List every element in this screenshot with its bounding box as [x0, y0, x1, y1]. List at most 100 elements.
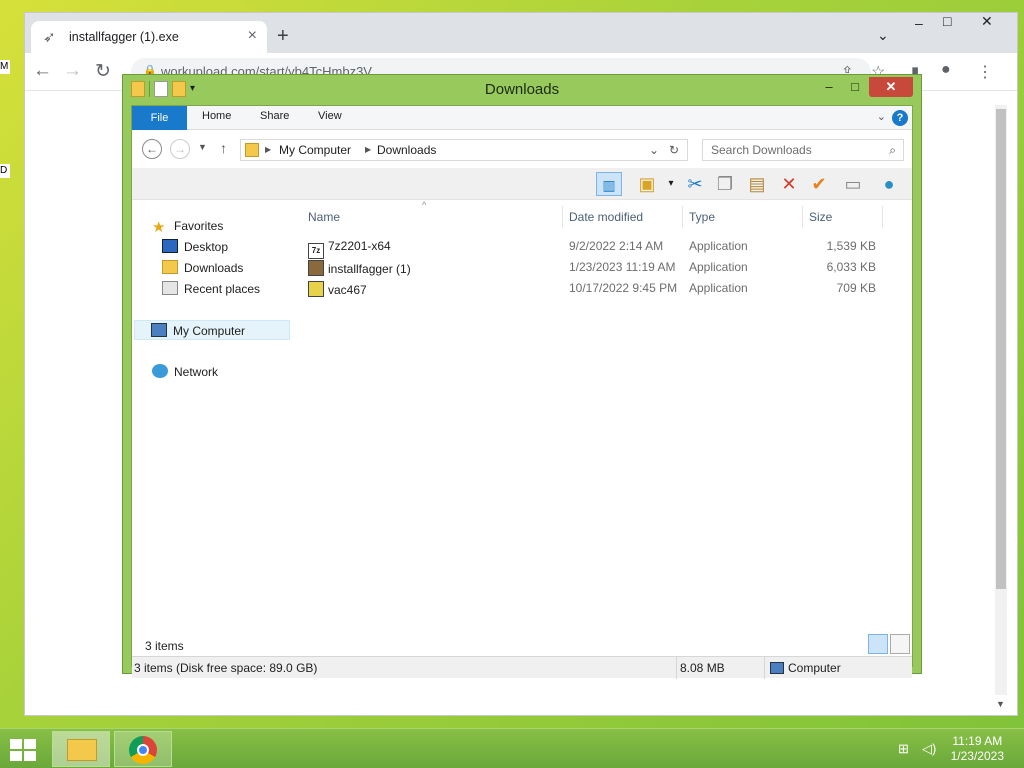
expand-ribbon-icon[interactable]: ⌄	[877, 110, 886, 123]
globe-icon[interactable]: ●	[876, 172, 902, 196]
back-icon[interactable]: ←	[142, 139, 162, 159]
network-tray-icon[interactable]: ⊞	[898, 741, 909, 757]
preview-pane-icon[interactable]: ▥	[596, 172, 622, 196]
sort-indicator-icon: ^	[422, 200, 427, 210]
tab-file[interactable]: File	[132, 106, 187, 130]
folder-options-icon[interactable]: ▣	[634, 172, 660, 196]
close-tab-icon[interactable]: ×	[248, 27, 257, 45]
nav-my-computer[interactable]: My Computer	[134, 320, 290, 340]
tab-home[interactable]: Home	[202, 110, 231, 122]
recent-locations-icon[interactable]: ▼	[198, 142, 207, 152]
windows-start-icon[interactable]	[10, 739, 38, 761]
clock-time: 11:19 AM	[952, 734, 1003, 748]
large-icons-view-icon[interactable]	[890, 634, 910, 654]
close-icon[interactable]: ✕	[869, 77, 913, 97]
desktop-icon	[162, 239, 178, 253]
table-row[interactable]: vac467 10/17/2022 9:45 PM Application 70…	[300, 278, 914, 299]
up-icon[interactable]: ↑	[220, 140, 227, 156]
chrome-icon-center	[137, 744, 149, 756]
column-header-type[interactable]: Type	[689, 210, 715, 224]
desktop-icon-label[interactable]: D	[0, 164, 10, 178]
file-name: installfagger (1)	[328, 262, 411, 276]
tab-strip: ➶ installfagger (1).exe × + ⌄ – □ ✕	[25, 13, 1017, 53]
status-location: Computer	[788, 661, 841, 675]
maximize-icon[interactable]: □	[845, 77, 865, 97]
path-segment[interactable]: My Computer	[279, 140, 351, 160]
column-header-date[interactable]: Date modified	[569, 210, 643, 224]
search-input[interactable]: Search Downloads ⌕	[702, 139, 904, 161]
nav-downloads[interactable]: Downloads	[162, 258, 243, 278]
rename-icon[interactable]: ▭	[840, 172, 866, 196]
close-icon[interactable]: ✕	[981, 13, 993, 33]
page-scrollbar[interactable]: ▼	[995, 105, 1007, 709]
scrollbar-thumb[interactable]	[996, 109, 1006, 589]
status-divider	[676, 657, 677, 679]
copy-icon[interactable]: ❐	[712, 172, 738, 196]
file-explorer-icon	[67, 739, 97, 761]
minimize-icon[interactable]: –	[819, 77, 839, 97]
column-header-size[interactable]: Size	[809, 210, 832, 224]
nav-network[interactable]: Network	[152, 362, 218, 382]
column-separator[interactable]	[682, 206, 683, 228]
file-size: 6,033 KB	[826, 260, 876, 274]
nav-recent-places[interactable]: Recent places	[162, 279, 260, 299]
explorer-window: ▾ Downloads – □ ✕ File Home Share View ⌄…	[122, 74, 922, 679]
ribbon: File Home Share View ⌄ ?	[132, 106, 912, 130]
star-icon: ★	[152, 219, 166, 236]
menu-icon[interactable]: ⋮	[977, 62, 993, 82]
chevron-right-icon[interactable]: ▶	[365, 140, 371, 160]
computer-icon	[151, 323, 167, 337]
desktop-icon-label[interactable]: M	[0, 60, 10, 74]
chevron-right-icon[interactable]: ▶	[265, 140, 271, 160]
computer-icon	[770, 662, 784, 674]
forward-icon[interactable]: →	[170, 139, 190, 159]
minimize-icon[interactable]: –	[915, 15, 923, 35]
navigation-pane: ★ Favorites Desktop Downloads Recent plac…	[132, 200, 290, 640]
forward-icon[interactable]: →	[63, 60, 82, 82]
tab-search-icon[interactable]: ⌄	[877, 27, 889, 47]
delete-icon[interactable]: ✕	[776, 172, 802, 196]
tab-view[interactable]: View	[318, 110, 342, 122]
back-icon[interactable]: ←	[33, 60, 52, 82]
recent-places-icon	[162, 281, 178, 295]
volume-icon[interactable]: ◁)	[922, 741, 936, 757]
address-path[interactable]: ▶ My Computer ▶ Downloads ⌄ ↻	[240, 139, 688, 161]
file-date: 1/23/2023 11:19 AM	[569, 260, 676, 274]
tab-share[interactable]: Share	[260, 110, 289, 122]
reload-icon[interactable]: ↻	[95, 60, 111, 83]
taskbar-explorer-button[interactable]	[52, 731, 110, 767]
profile-icon[interactable]: ●	[941, 61, 951, 79]
path-segment[interactable]: Downloads	[377, 140, 436, 160]
checkmark-icon[interactable]: ✔	[806, 172, 832, 196]
scroll-down-icon[interactable]: ▼	[996, 699, 1005, 709]
browser-tab[interactable]: ➶ installfagger (1).exe ×	[31, 21, 267, 53]
details-view-icon[interactable]	[868, 634, 888, 654]
paste-icon[interactable]: ▤	[744, 172, 770, 196]
column-separator[interactable]	[882, 206, 883, 228]
refresh-icon[interactable]: ↻	[669, 140, 679, 160]
status-divider	[764, 657, 765, 679]
status-selection-size: 8.08 MB	[680, 661, 725, 675]
column-separator[interactable]	[802, 206, 803, 228]
clock-date: 1/23/2023	[950, 749, 1004, 763]
table-row[interactable]: 7z 7z2201-x64 9/2/2022 2:14 AM Applicatio…	[300, 236, 914, 259]
column-header-name[interactable]: Name	[308, 210, 340, 224]
clock[interactable]: 11:19 AM 1/23/2023	[951, 734, 1004, 764]
address-row: ← → ▼ ↑ ▶ My Computer ▶ Downloads ⌄ ↻ Se…	[132, 130, 912, 168]
downloads-folder-icon	[162, 260, 178, 274]
chevron-down-icon[interactable]: ▾	[658, 172, 684, 196]
installer-icon	[308, 260, 324, 276]
help-icon[interactable]: ?	[892, 110, 908, 126]
cut-icon[interactable]: ✂	[682, 172, 708, 196]
file-list: ^ Name Date modified Type Size 7z 7z2201-…	[300, 200, 914, 630]
table-row[interactable]: installfagger (1) 1/23/2023 11:19 AM App…	[300, 257, 914, 278]
chevron-down-icon[interactable]: ⌄	[649, 140, 659, 160]
nav-desktop[interactable]: Desktop	[162, 237, 228, 257]
nav-favorites[interactable]: ★ Favorites	[152, 216, 223, 236]
file-size: 1,539 KB	[826, 239, 876, 253]
new-tab-icon[interactable]: +	[277, 25, 289, 48]
file-name: 7z2201-x64	[328, 239, 391, 253]
column-separator[interactable]	[562, 206, 563, 228]
taskbar-chrome-button[interactable]	[114, 731, 172, 767]
maximize-icon[interactable]: □	[943, 13, 951, 33]
